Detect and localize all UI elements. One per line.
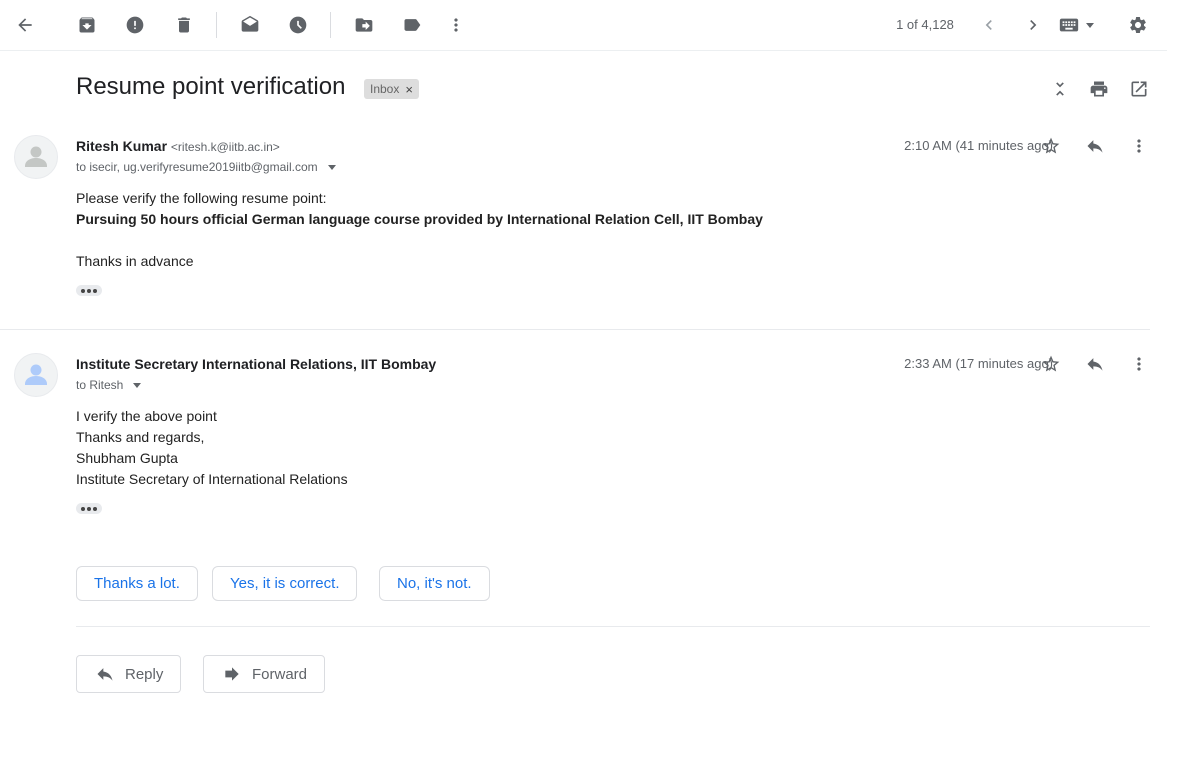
thread-subject: Resume point verification: [76, 73, 346, 100]
message-body-line: I verify the above point: [76, 408, 217, 424]
message-time: 2:33 AM (17 minutes ago): [904, 356, 1053, 371]
print-icon[interactable]: [1088, 78, 1110, 100]
archive-icon[interactable]: [70, 8, 104, 42]
toolbar-divider: [216, 12, 217, 38]
message-body-line: Please verify the following resume point…: [76, 190, 327, 206]
message-sender: Ritesh Kumar <ritesh.k@iitb.ac.in>: [76, 138, 280, 154]
more-vert-icon[interactable]: [1127, 352, 1151, 376]
snooze-icon[interactable]: [281, 8, 315, 42]
reply-label: Reply: [125, 665, 164, 683]
forward-button[interactable]: Forward: [203, 655, 326, 693]
smart-reply-thanks[interactable]: Thanks a lot.: [76, 566, 198, 601]
inbox-label-chip[interactable]: Inbox ×: [364, 79, 419, 99]
pager-count: 1 of 4,128: [896, 17, 954, 32]
toolbar-divider: [330, 12, 331, 38]
mark-unread-icon[interactable]: [233, 8, 267, 42]
person-icon: [25, 364, 47, 385]
recipients-line: to isecir, ug.verifyresume2019iitb@gmail…: [76, 160, 336, 174]
chevron-left-icon[interactable]: [972, 8, 1006, 42]
show-trimmed-content-button[interactable]: [76, 285, 102, 296]
star-icon[interactable]: [1039, 352, 1063, 376]
message-body-line: Thanks in advance: [76, 253, 194, 269]
show-details-icon[interactable]: [327, 164, 336, 170]
forward-label: Forward: [252, 665, 308, 683]
input-tools-button[interactable]: [1058, 14, 1106, 36]
sender-name[interactable]: Institute Secretary International Relati…: [76, 356, 436, 372]
smart-reply-yes[interactable]: Yes, it is correct.: [212, 566, 358, 601]
reply-icon[interactable]: [1083, 134, 1107, 158]
reply-icon[interactable]: [1083, 352, 1107, 376]
back-arrow-icon[interactable]: [8, 8, 42, 42]
move-to-icon[interactable]: [347, 8, 381, 42]
remove-label-icon[interactable]: ×: [405, 82, 413, 97]
recipients-text: to isecir, ug.verifyresume2019iitb@gmail…: [76, 160, 318, 174]
delete-icon[interactable]: [167, 8, 201, 42]
reply-area-divider: [76, 626, 1150, 627]
smart-reply-no[interactable]: No, it's not.: [379, 566, 490, 601]
message-sender: Institute Secretary International Relati…: [76, 356, 436, 372]
keyboard-icon: [1059, 18, 1079, 32]
avatar[interactable]: [14, 353, 58, 397]
collapse-all-icon[interactable]: [1049, 78, 1071, 100]
message-divider: [0, 329, 1150, 330]
more-vert-icon[interactable]: [1127, 134, 1151, 158]
sender-name[interactable]: Ritesh Kumar: [76, 138, 167, 154]
avatar[interactable]: [14, 135, 58, 179]
chevron-right-icon[interactable]: [1016, 8, 1050, 42]
star-icon[interactable]: [1039, 134, 1063, 158]
sender-email: <ritesh.k@iitb.ac.in>: [170, 140, 280, 154]
message-body-line: Institute Secretary of International Rel…: [76, 471, 348, 487]
reply-button[interactable]: Reply: [76, 655, 182, 693]
message-body-line: Shubham Gupta: [76, 450, 178, 466]
open-new-window-icon[interactable]: [1128, 78, 1150, 100]
recipients-text: to Ritesh: [76, 378, 124, 392]
show-details-icon[interactable]: [133, 382, 142, 388]
person-icon: [25, 146, 47, 167]
more-vert-icon[interactable]: [439, 8, 473, 42]
recipients-line: to Ritesh: [76, 378, 142, 392]
message-body-line: Pursuing 50 hours official German langua…: [76, 211, 763, 227]
forward-icon: [225, 667, 239, 681]
reply-icon: [97, 668, 113, 681]
label-text: Inbox: [370, 82, 400, 96]
label-icon[interactable]: [395, 8, 429, 42]
toolbar: 1 of 4,128: [0, 0, 1167, 51]
gear-icon[interactable]: [1121, 8, 1155, 42]
report-spam-icon[interactable]: [118, 8, 152, 42]
chevron-down-icon: [1086, 22, 1094, 28]
message-time: 2:10 AM (41 minutes ago): [904, 138, 1053, 153]
message-body-line: Thanks and regards,: [76, 429, 205, 445]
show-trimmed-content-button[interactable]: [76, 503, 102, 514]
